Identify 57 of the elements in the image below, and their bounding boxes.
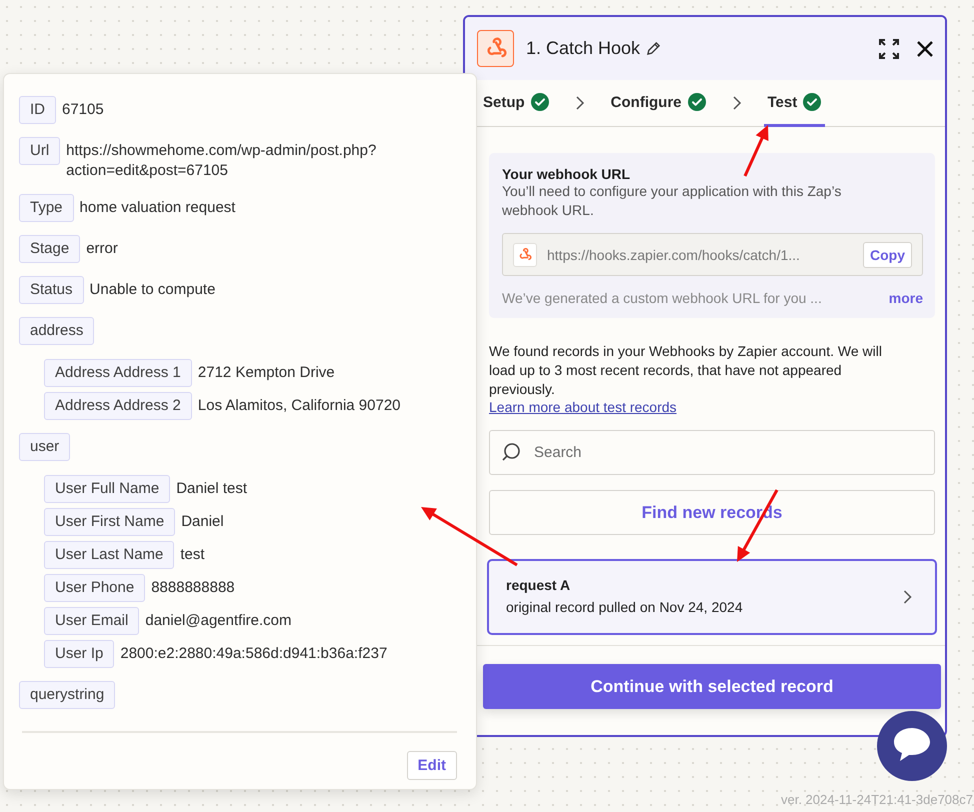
field-label: User First Name: [44, 508, 176, 536]
webhook-description: You’ll need to configure your application with this Zap’s webhook URL.: [502, 182, 842, 220]
search-field[interactable]: Search: [489, 430, 935, 475]
record-title: request A: [506, 576, 572, 595]
field-label: User Email: [44, 607, 140, 635]
field-value: Daniel test: [176, 479, 248, 499]
step-title: 1. Catch Hook: [526, 38, 640, 59]
field-label: User Full Name: [44, 475, 170, 503]
continue-button[interactable]: Continue with selected record: [483, 664, 941, 709]
field-value: Daniel: [181, 512, 224, 532]
version-label: ver. 2024-11-24T21:41-3de708c7: [780, 792, 973, 807]
field-label: ID: [19, 96, 56, 124]
chevron-icon: [902, 590, 913, 604]
more-link[interactable]: more: [888, 290, 923, 306]
step-tab[interactable]: Configure: [606, 80, 710, 127]
field-label: Address Address 1: [44, 359, 192, 387]
field-label: User Last Name: [44, 541, 174, 569]
chevron-icon: [732, 96, 742, 110]
expand-icon[interactable]: [879, 38, 899, 58]
record-subtitle: original record pulled on Nov 24, 2024: [506, 598, 744, 617]
field-label: Status: [19, 276, 84, 304]
annotation-arrow: [744, 125, 768, 177]
field-label: User Phone: [44, 574, 146, 602]
chevron-icon: [574, 96, 585, 110]
field-value: home valuation request: [80, 198, 236, 218]
field-label: Type: [19, 194, 74, 222]
webhook-note: We’ve generated a custom webhook URL for you ...: [502, 290, 822, 306]
field-label: Address Address 2: [44, 392, 192, 420]
field-value: 8888888888: [151, 578, 235, 598]
records-intro: We found records in your Webhooks by Zapier account. We will load up to 3 most recent records, that have not appeared previously.: [489, 342, 883, 399]
pencil-icon[interactable]: [646, 41, 662, 56]
field-value: 2712 Kempton Drive: [198, 363, 335, 383]
webhook-title: Your webhook URL: [502, 166, 632, 182]
field-value: https://showmehome.com/wp-admin/post.php?action=edit&post=67105: [66, 141, 378, 181]
record-card[interactable]: request A original record pulled on Nov 24, 2024: [487, 559, 937, 635]
webhook-url-field[interactable]: https://hooks.zapier.com/hooks/catch/1... Copy: [502, 233, 923, 276]
field-label: Stage: [19, 235, 80, 263]
copy-button[interactable]: Copy: [863, 242, 912, 268]
field-value: 2800:e2:2880:49a:586d:d941:b36a:f237: [120, 644, 388, 664]
field-value: test: [180, 545, 205, 565]
field-value: Los Alamitos, California 90720: [198, 396, 401, 416]
field-label: User Ip: [44, 640, 114, 668]
chat-button[interactable]: [877, 711, 947, 781]
webhook-icon: [517, 246, 533, 262]
field-label: address: [19, 317, 94, 345]
field-label: querystring: [19, 681, 116, 709]
field-value: Unable to compute: [90, 280, 216, 300]
step-tab[interactable]: Setup: [479, 80, 553, 127]
close-icon[interactable]: [917, 40, 933, 56]
field-value: error: [86, 239, 118, 259]
field-value: 67105: [62, 100, 104, 120]
learn-more-link[interactable]: Learn more about test records: [489, 399, 677, 415]
field-label: Url: [19, 137, 60, 165]
edit-button[interactable]: Edit: [406, 751, 457, 780]
field-label: user: [19, 433, 70, 461]
field-value: daniel@agentfire.com: [145, 611, 292, 631]
step-tab[interactable]: Test: [764, 80, 826, 127]
